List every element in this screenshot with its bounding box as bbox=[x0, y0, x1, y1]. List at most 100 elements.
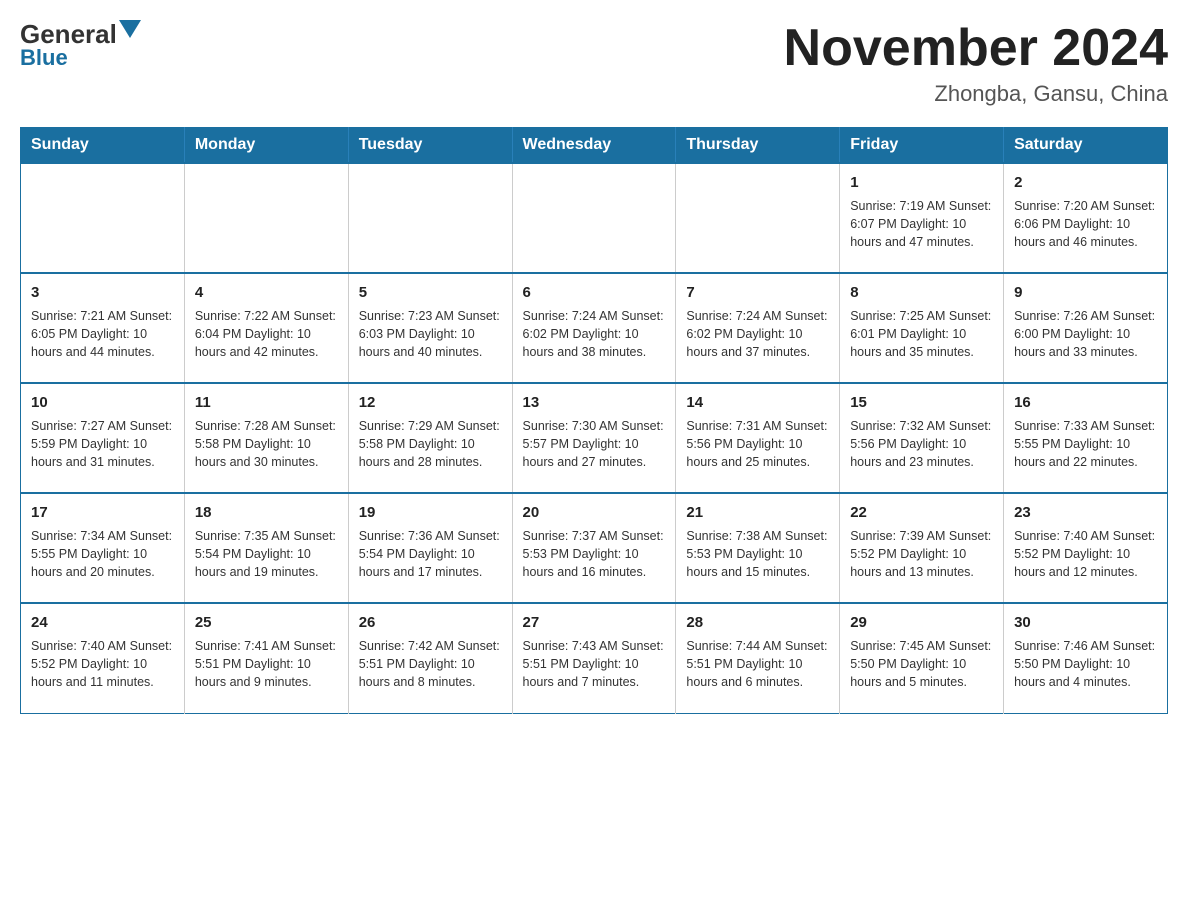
calendar-cell bbox=[512, 163, 676, 273]
day-number: 6 bbox=[523, 282, 666, 303]
day-info: Sunrise: 7:41 AM Sunset: 5:51 PM Dayligh… bbox=[195, 637, 338, 691]
day-info: Sunrise: 7:28 AM Sunset: 5:58 PM Dayligh… bbox=[195, 417, 338, 471]
day-info: Sunrise: 7:19 AM Sunset: 6:07 PM Dayligh… bbox=[850, 197, 993, 251]
day-number: 26 bbox=[359, 612, 502, 633]
day-number: 15 bbox=[850, 392, 993, 413]
day-number: 19 bbox=[359, 502, 502, 523]
calendar-cell: 26Sunrise: 7:42 AM Sunset: 5:51 PM Dayli… bbox=[348, 603, 512, 713]
day-info: Sunrise: 7:40 AM Sunset: 5:52 PM Dayligh… bbox=[1014, 527, 1157, 581]
day-info: Sunrise: 7:38 AM Sunset: 5:53 PM Dayligh… bbox=[686, 527, 829, 581]
day-info: Sunrise: 7:33 AM Sunset: 5:55 PM Dayligh… bbox=[1014, 417, 1157, 471]
day-info: Sunrise: 7:24 AM Sunset: 6:02 PM Dayligh… bbox=[686, 307, 829, 361]
day-info: Sunrise: 7:30 AM Sunset: 5:57 PM Dayligh… bbox=[523, 417, 666, 471]
week-row-3: 10 Sunrise: 7:27 AM Sunset: 5:59 PM Dayli… bbox=[21, 383, 1168, 493]
calendar-cell: 10 Sunrise: 7:27 AM Sunset: 5:59 PM Dayli… bbox=[21, 383, 185, 493]
calendar-cell: 25 Sunrise: 7:41 AM Sunset: 5:51 PM Dayli… bbox=[184, 603, 348, 713]
calendar-cell bbox=[348, 163, 512, 273]
calendar-subtitle: Zhongba, Gansu, China bbox=[784, 81, 1168, 107]
day-info: Sunrise: 7:24 AM Sunset: 6:02 PM Dayligh… bbox=[523, 307, 666, 361]
calendar-cell: 14 Sunrise: 7:31 AM Sunset: 5:56 PM Dayli… bbox=[676, 383, 840, 493]
day-number: 17 bbox=[31, 502, 174, 523]
day-info: Sunrise: 7:29 AM Sunset: 5:58 PM Dayligh… bbox=[359, 417, 502, 471]
calendar-cell: 5Sunrise: 7:23 AM Sunset: 6:03 PM Daylig… bbox=[348, 273, 512, 383]
day-info: Sunrise: 7:25 AM Sunset: 6:01 PM Dayligh… bbox=[850, 307, 993, 361]
calendar-cell: 12 Sunrise: 7:29 AM Sunset: 5:58 PM Dayli… bbox=[348, 383, 512, 493]
day-number: 25 bbox=[195, 612, 338, 633]
weekday-header-row: SundayMondayTuesdayWednesdayThursdayFrid… bbox=[21, 128, 1168, 164]
weekday-header-monday: Monday bbox=[184, 128, 348, 164]
calendar-cell: 27 Sunrise: 7:43 AM Sunset: 5:51 PM Dayli… bbox=[512, 603, 676, 713]
day-number: 4 bbox=[195, 282, 338, 303]
title-area: November 2024 Zhongba, Gansu, China bbox=[784, 20, 1168, 107]
day-info: Sunrise: 7:23 AM Sunset: 6:03 PM Dayligh… bbox=[359, 307, 502, 361]
day-number: 29 bbox=[850, 612, 993, 633]
calendar-cell: 16 Sunrise: 7:33 AM Sunset: 5:55 PM Dayli… bbox=[1004, 383, 1168, 493]
day-info: Sunrise: 7:31 AM Sunset: 5:56 PM Dayligh… bbox=[686, 417, 829, 471]
calendar-cell: 22 Sunrise: 7:39 AM Sunset: 5:52 PM Dayli… bbox=[840, 493, 1004, 603]
day-info: Sunrise: 7:46 AM Sunset: 5:50 PM Dayligh… bbox=[1014, 637, 1157, 691]
day-info: Sunrise: 7:22 AM Sunset: 6:04 PM Dayligh… bbox=[195, 307, 338, 361]
calendar-cell: 1 Sunrise: 7:19 AM Sunset: 6:07 PM Daylig… bbox=[840, 163, 1004, 273]
week-row-1: 1 Sunrise: 7:19 AM Sunset: 6:07 PM Daylig… bbox=[21, 163, 1168, 273]
calendar-cell: 18 Sunrise: 7:35 AM Sunset: 5:54 PM Dayli… bbox=[184, 493, 348, 603]
day-number: 27 bbox=[523, 612, 666, 633]
calendar-cell: 15 Sunrise: 7:32 AM Sunset: 5:56 PM Dayli… bbox=[840, 383, 1004, 493]
weekday-header-friday: Friday bbox=[840, 128, 1004, 164]
day-number: 21 bbox=[686, 502, 829, 523]
calendar-cell: 17 Sunrise: 7:34 AM Sunset: 5:55 PM Dayli… bbox=[21, 493, 185, 603]
day-number: 22 bbox=[850, 502, 993, 523]
week-row-2: 3 Sunrise: 7:21 AM Sunset: 6:05 PM Daylig… bbox=[21, 273, 1168, 383]
day-number: 14 bbox=[686, 392, 829, 413]
calendar-cell bbox=[676, 163, 840, 273]
logo-general-text: General bbox=[20, 21, 117, 47]
day-info: Sunrise: 7:45 AM Sunset: 5:50 PM Dayligh… bbox=[850, 637, 993, 691]
weekday-header-wednesday: Wednesday bbox=[512, 128, 676, 164]
calendar-table: SundayMondayTuesdayWednesdayThursdayFrid… bbox=[20, 127, 1168, 714]
calendar-cell: 23Sunrise: 7:40 AM Sunset: 5:52 PM Dayli… bbox=[1004, 493, 1168, 603]
calendar-cell: 30 Sunrise: 7:46 AM Sunset: 5:50 PM Dayli… bbox=[1004, 603, 1168, 713]
calendar-cell: 24 Sunrise: 7:40 AM Sunset: 5:52 PM Dayli… bbox=[21, 603, 185, 713]
day-info: Sunrise: 7:44 AM Sunset: 5:51 PM Dayligh… bbox=[686, 637, 829, 691]
day-number: 12 bbox=[359, 392, 502, 413]
day-number: 30 bbox=[1014, 612, 1157, 633]
day-number: 24 bbox=[31, 612, 174, 633]
day-info: Sunrise: 7:21 AM Sunset: 6:05 PM Dayligh… bbox=[31, 307, 174, 361]
day-number: 3 bbox=[31, 282, 174, 303]
day-info: Sunrise: 7:43 AM Sunset: 5:51 PM Dayligh… bbox=[523, 637, 666, 691]
weekday-header-sunday: Sunday bbox=[21, 128, 185, 164]
day-number: 10 bbox=[31, 392, 174, 413]
calendar-cell: 4 Sunrise: 7:22 AM Sunset: 6:04 PM Daylig… bbox=[184, 273, 348, 383]
day-number: 1 bbox=[850, 172, 993, 193]
calendar-cell: 19 Sunrise: 7:36 AM Sunset: 5:54 PM Dayli… bbox=[348, 493, 512, 603]
calendar-cell: 11 Sunrise: 7:28 AM Sunset: 5:58 PM Dayli… bbox=[184, 383, 348, 493]
calendar-cell bbox=[21, 163, 185, 273]
day-info: Sunrise: 7:20 AM Sunset: 6:06 PM Dayligh… bbox=[1014, 197, 1157, 251]
day-number: 2 bbox=[1014, 172, 1157, 193]
day-info: Sunrise: 7:34 AM Sunset: 5:55 PM Dayligh… bbox=[31, 527, 174, 581]
calendar-cell bbox=[184, 163, 348, 273]
day-number: 8 bbox=[850, 282, 993, 303]
calendar-cell: 20Sunrise: 7:37 AM Sunset: 5:53 PM Dayli… bbox=[512, 493, 676, 603]
day-info: Sunrise: 7:40 AM Sunset: 5:52 PM Dayligh… bbox=[31, 637, 174, 691]
calendar-cell: 13 Sunrise: 7:30 AM Sunset: 5:57 PM Dayli… bbox=[512, 383, 676, 493]
weekday-header-tuesday: Tuesday bbox=[348, 128, 512, 164]
calendar-cell: 6 Sunrise: 7:24 AM Sunset: 6:02 PM Daylig… bbox=[512, 273, 676, 383]
day-number: 9 bbox=[1014, 282, 1157, 303]
day-number: 16 bbox=[1014, 392, 1157, 413]
day-info: Sunrise: 7:27 AM Sunset: 5:59 PM Dayligh… bbox=[31, 417, 174, 471]
day-info: Sunrise: 7:32 AM Sunset: 5:56 PM Dayligh… bbox=[850, 417, 993, 471]
calendar-cell: 28 Sunrise: 7:44 AM Sunset: 5:51 PM Dayli… bbox=[676, 603, 840, 713]
calendar-cell: 21 Sunrise: 7:38 AM Sunset: 5:53 PM Dayli… bbox=[676, 493, 840, 603]
day-number: 13 bbox=[523, 392, 666, 413]
day-number: 28 bbox=[686, 612, 829, 633]
day-number: 20 bbox=[523, 502, 666, 523]
day-info: Sunrise: 7:35 AM Sunset: 5:54 PM Dayligh… bbox=[195, 527, 338, 581]
day-number: 11 bbox=[195, 392, 338, 413]
day-info: Sunrise: 7:39 AM Sunset: 5:52 PM Dayligh… bbox=[850, 527, 993, 581]
header: General Blue November 2024 Zhongba, Gans… bbox=[20, 20, 1168, 107]
logo-triangle-icon bbox=[119, 20, 141, 42]
day-number: 18 bbox=[195, 502, 338, 523]
day-info: Sunrise: 7:26 AM Sunset: 6:00 PM Dayligh… bbox=[1014, 307, 1157, 361]
logo-blue-text: Blue bbox=[20, 45, 68, 71]
day-info: Sunrise: 7:36 AM Sunset: 5:54 PM Dayligh… bbox=[359, 527, 502, 581]
